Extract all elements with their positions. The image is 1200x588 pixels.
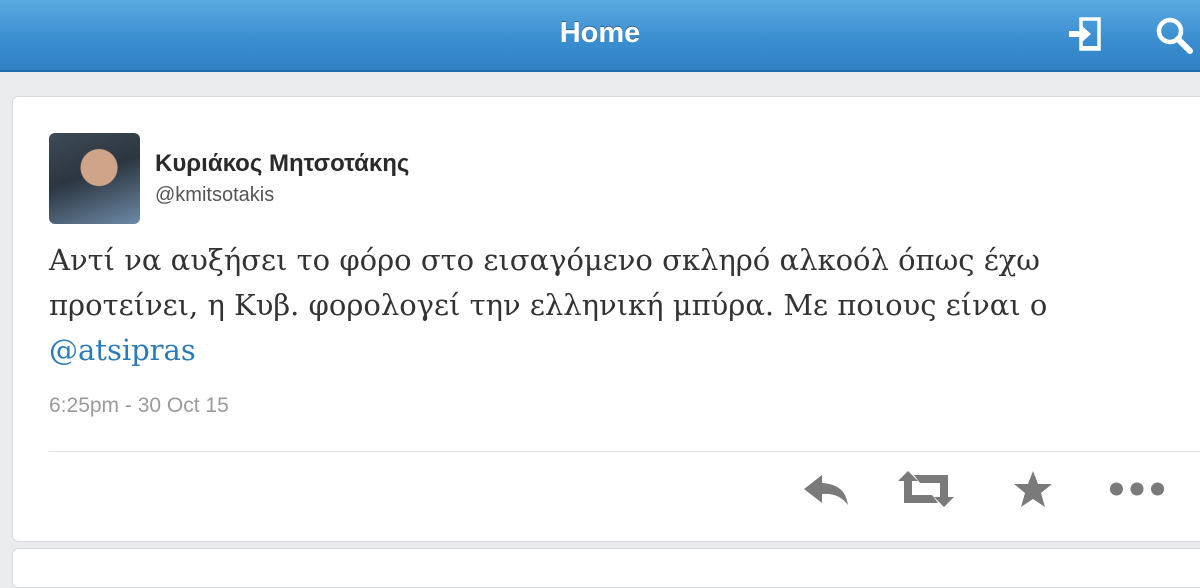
avatar[interactable] [49,133,140,224]
page-title: Home [559,17,641,49]
retweet-button[interactable] [898,467,954,511]
author-handle[interactable]: @kmitsotakis [155,184,274,207]
next-tweet-card [12,548,1200,588]
search-icon [1156,17,1193,54]
author-name[interactable]: Κυριάκος Μητσοτάκης [155,150,409,178]
reply-button[interactable] [798,467,854,511]
sign-out-icon [1069,17,1101,51]
tweet-text-line: προτείνει, η Κυβ. φορολογεί την ελληνική… [49,288,1048,322]
tweet-card: Κυριάκος Μητσοτάκης @kmitsotakis Αντί να… [12,96,1200,542]
more-button[interactable] [1109,467,1165,511]
tweet-timestamp[interactable]: 6:25pm - 30 Oct 15 [49,394,229,418]
tweet-text-line: Αντί να αυξήσει το φόρο στο εισαγόμενο σ… [49,243,1040,277]
top-navigation-bar: Home [0,0,1200,72]
favorite-button[interactable] [1005,467,1061,511]
sign-out-button[interactable] [1064,12,1110,58]
mention-link[interactable]: @atsipras [49,333,196,367]
favorite-star-icon [1014,471,1052,507]
retweet-icon [898,471,954,507]
search-button[interactable] [1151,12,1197,58]
tweet-text: Αντί να αυξήσει το φόρο στο εισαγόμενο σ… [49,238,1149,373]
divider [49,451,1200,452]
reply-icon [804,475,848,505]
more-icon [1109,482,1165,496]
